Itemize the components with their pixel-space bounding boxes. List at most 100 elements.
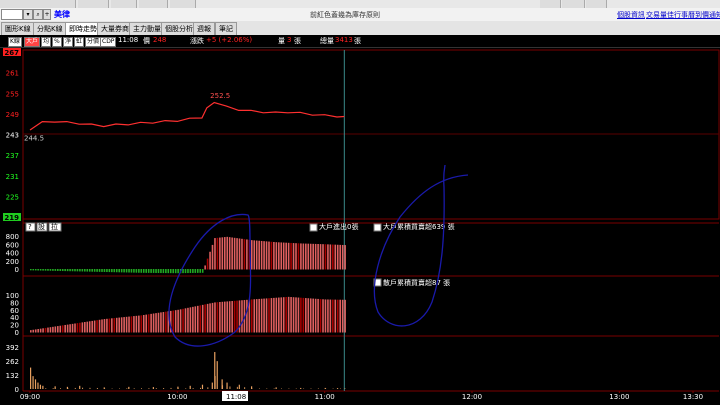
- link-stock-info[interactable]: 個股資訊: [617, 10, 645, 20]
- tab-branch-kline[interactable]: 分點K線: [33, 22, 67, 35]
- retail-bar: [258, 298, 260, 333]
- intraday-chart[interactable]: 267261255249243237231225219 244.5 252.5 …: [0, 47, 720, 405]
- settings-button-label: 設: [38, 222, 45, 231]
- volume-value: 3: [287, 36, 292, 44]
- search-icon[interactable]: ⌕: [33, 9, 43, 20]
- net-bar: [111, 269, 113, 273]
- retail-bar: [165, 311, 167, 333]
- high-price-label: 252.5: [210, 92, 230, 100]
- time-tick-label: 10:00: [167, 393, 187, 401]
- net-bar: [206, 258, 209, 270]
- retail-bar: [160, 312, 162, 333]
- btn-cdp[interactable]: CDP: [100, 37, 117, 47]
- volume-bar: [344, 388, 346, 389]
- title-tab[interactable]: [139, 0, 168, 8]
- retail-bar: [275, 297, 278, 333]
- tab-kline[interactable]: 圖形K線: [1, 22, 35, 35]
- retail-bar: [314, 298, 317, 333]
- net-bar: [47, 269, 49, 271]
- title-tab[interactable]: [78, 0, 109, 8]
- retail-bar: [290, 297, 292, 333]
- retail-bar: [344, 299, 346, 333]
- volume-bar: [39, 384, 42, 389]
- net-bar: [314, 243, 317, 270]
- net-bar: [275, 242, 278, 270]
- title-tab[interactable]: [586, 0, 607, 8]
- net-bar: [42, 269, 44, 271]
- volume-bar: [45, 388, 47, 389]
- retail-bar: [81, 322, 84, 333]
- btn-net[interactable]: 淨: [63, 37, 74, 47]
- retail-bar: [157, 312, 160, 333]
- tab-analysis[interactable]: 個股分析: [161, 22, 197, 35]
- volume-tick-label: 0: [15, 386, 19, 394]
- volume-bar: [214, 376, 216, 389]
- retail-bar: [106, 318, 108, 333]
- dropdown-icon[interactable]: ▾: [23, 9, 33, 20]
- volume-bar: [163, 388, 165, 389]
- net-bar: [172, 269, 175, 274]
- stock-search-input[interactable]: [1, 9, 23, 20]
- help-icon[interactable]: [373, 223, 382, 232]
- retail-bar: [152, 313, 155, 333]
- net-bar: [88, 269, 91, 272]
- retail-bar: [270, 298, 273, 333]
- title-tab[interactable]: [562, 0, 585, 8]
- net-bar: [32, 269, 35, 271]
- tab-weekly[interactable]: 週報: [193, 22, 215, 35]
- btn-price-volume[interactable]: 分價: [85, 37, 102, 47]
- retail-bar: [44, 327, 47, 333]
- net-bar: [228, 237, 231, 270]
- net-bar: [246, 239, 248, 270]
- tab-notes[interactable]: 筆記: [215, 22, 237, 35]
- link-volume[interactable]: 交易量佳: [646, 10, 674, 20]
- link-price-alert[interactable]: 到價通知: [695, 10, 720, 20]
- title-bar: [0, 0, 720, 8]
- tab-big-brokers[interactable]: 大量券商: [97, 22, 133, 35]
- net-bar: [187, 269, 189, 274]
- price-tick-label: 267: [4, 49, 19, 57]
- tab-realtime[interactable]: 即時走勢: [65, 22, 101, 35]
- net-bar: [309, 243, 312, 270]
- price-label: 價: [143, 37, 150, 45]
- net-bar: [113, 269, 116, 273]
- retail-bar: [101, 319, 103, 333]
- btn-rainbow[interactable]: 虹: [74, 37, 85, 47]
- btn-bigplayer[interactable]: 大戶: [24, 37, 41, 47]
- retail-bar: [221, 301, 224, 333]
- retail-bar: [282, 297, 285, 333]
- retail-bar: [339, 299, 341, 333]
- net-bar: [334, 244, 337, 270]
- title-tab[interactable]: [170, 0, 196, 8]
- btn-average[interactable]: 均: [41, 37, 52, 47]
- title-tab[interactable]: [540, 0, 561, 8]
- annotation-circle: [373, 164, 469, 327]
- net-bar: [319, 244, 322, 270]
- net-bar: [189, 269, 192, 274]
- retail-bar: [231, 301, 233, 333]
- retail-bar: [317, 298, 319, 333]
- tab-main-force[interactable]: 主力動量: [129, 22, 165, 35]
- net-bar: [86, 269, 89, 272]
- net-bar: [177, 269, 179, 274]
- btn-percent[interactable]: %: [52, 37, 62, 47]
- title-tab[interactable]: [0, 0, 76, 8]
- help-icon[interactable]: [309, 223, 318, 232]
- net-bar: [255, 240, 258, 270]
- title-tab[interactable]: [111, 0, 137, 8]
- btn-kline[interactable]: K線: [8, 37, 22, 47]
- link-calendar[interactable]: 行事曆: [674, 10, 695, 20]
- retail-bar: [216, 302, 219, 333]
- net-bar: [223, 237, 226, 270]
- net-bar: [317, 244, 319, 270]
- net-bar: [103, 269, 106, 272]
- price-value: 248: [153, 36, 167, 44]
- net-bar: [157, 269, 160, 273]
- total-unit: 張: [354, 37, 361, 45]
- net-bar: [152, 269, 155, 273]
- net-bar: [96, 269, 98, 272]
- add-icon[interactable]: +: [43, 9, 51, 20]
- net-bar: [273, 241, 275, 270]
- retail-bar: [182, 308, 184, 333]
- drag-button-label: 拉: [51, 222, 58, 231]
